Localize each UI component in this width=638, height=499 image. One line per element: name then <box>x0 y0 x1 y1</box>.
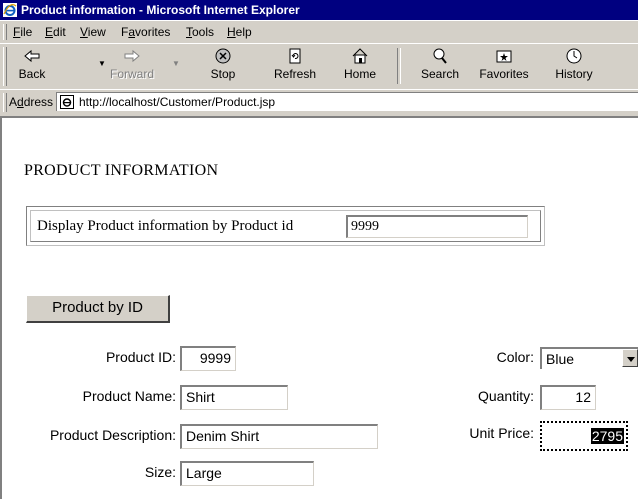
address-bar: Address http://localhost/Customer/Produc… <box>0 89 638 115</box>
menu-view[interactable]: View <box>80 25 106 39</box>
ie-logo-icon <box>3 3 17 17</box>
back-dropdown-icon[interactable]: ▼ <box>98 59 106 68</box>
menu-edit[interactable]: Edit <box>45 25 66 39</box>
stop-icon <box>215 48 231 64</box>
chevron-down-icon[interactable] <box>622 349 638 367</box>
menu-file[interactable]: File <box>13 25 32 39</box>
color-label: Color: <box>496 349 534 365</box>
quantity-label: Quantity: <box>477 388 534 404</box>
quantity-field[interactable]: 12 <box>540 385 596 410</box>
title-bar: Product information - Microsoft Internet… <box>0 0 638 20</box>
search-table: Display Product information by Product i… <box>26 206 545 246</box>
refresh-button[interactable]: Refresh <box>269 47 321 81</box>
product-description-field[interactable]: Denim Shirt <box>180 424 378 449</box>
product-by-id-button[interactable]: Product by ID <box>26 295 170 323</box>
toolbar-separator <box>397 48 401 84</box>
refresh-icon <box>289 48 301 64</box>
address-label: Address <box>9 95 54 109</box>
address-grip <box>3 93 7 112</box>
standard-toolbar: Back ▼ Forward ▼ Stop Refresh Home Searc… <box>0 43 638 90</box>
favorites-icon <box>496 50 512 63</box>
unit-price-field[interactable]: 2795 <box>540 421 628 451</box>
home-icon <box>352 48 368 64</box>
color-selected-value: Blue <box>546 351 575 367</box>
search-label: Display Product information by Product i… <box>37 218 294 234</box>
back-arrow-icon <box>24 49 40 63</box>
unit-price-label: Unit Price: <box>469 425 534 441</box>
search-button[interactable]: Search <box>414 47 466 81</box>
address-input[interactable]: http://localhost/Customer/Product.jsp <box>56 92 638 111</box>
product-description-label: Product Description: <box>49 427 176 443</box>
product-id-label: Product ID: <box>105 349 176 365</box>
history-button[interactable]: History <box>548 47 600 81</box>
menu-grip <box>3 24 7 40</box>
unit-price-selected-text: 2795 <box>590 428 624 444</box>
page-icon <box>60 95 74 109</box>
menu-bar: File Edit View Favorites Tools Help <box>0 20 638 44</box>
color-select[interactable]: Blue <box>540 347 638 369</box>
menu-tools[interactable]: Tools <box>186 25 214 39</box>
product-id-field[interactable]: 9999 <box>180 346 236 371</box>
page-heading: PRODUCT INFORMATION <box>24 162 219 179</box>
forward-arrow-icon <box>124 49 140 63</box>
forward-button[interactable]: Forward <box>106 47 158 81</box>
product-name-field[interactable]: Shirt <box>180 385 288 410</box>
menu-favorites[interactable]: Favorites <box>121 25 170 39</box>
favorites-button[interactable]: Favorites <box>475 47 533 81</box>
menu-help[interactable]: Help <box>227 25 252 39</box>
back-button[interactable]: Back <box>6 47 58 81</box>
size-field[interactable]: Large <box>180 461 314 486</box>
forward-dropdown-icon[interactable]: ▼ <box>172 59 180 68</box>
window-title: Product information - Microsoft Internet… <box>21 3 300 17</box>
stop-button[interactable]: Stop <box>197 47 249 81</box>
product-id-search-input[interactable]: 9999 <box>346 215 528 238</box>
product-name-label: Product Name: <box>82 388 176 404</box>
search-icon <box>433 48 447 64</box>
home-button[interactable]: Home <box>334 47 386 81</box>
history-icon <box>566 48 582 64</box>
size-label: Size: <box>144 464 176 480</box>
search-cell: Display Product information by Product i… <box>30 210 541 242</box>
page-content: PRODUCT INFORMATION Display Product info… <box>0 116 638 499</box>
